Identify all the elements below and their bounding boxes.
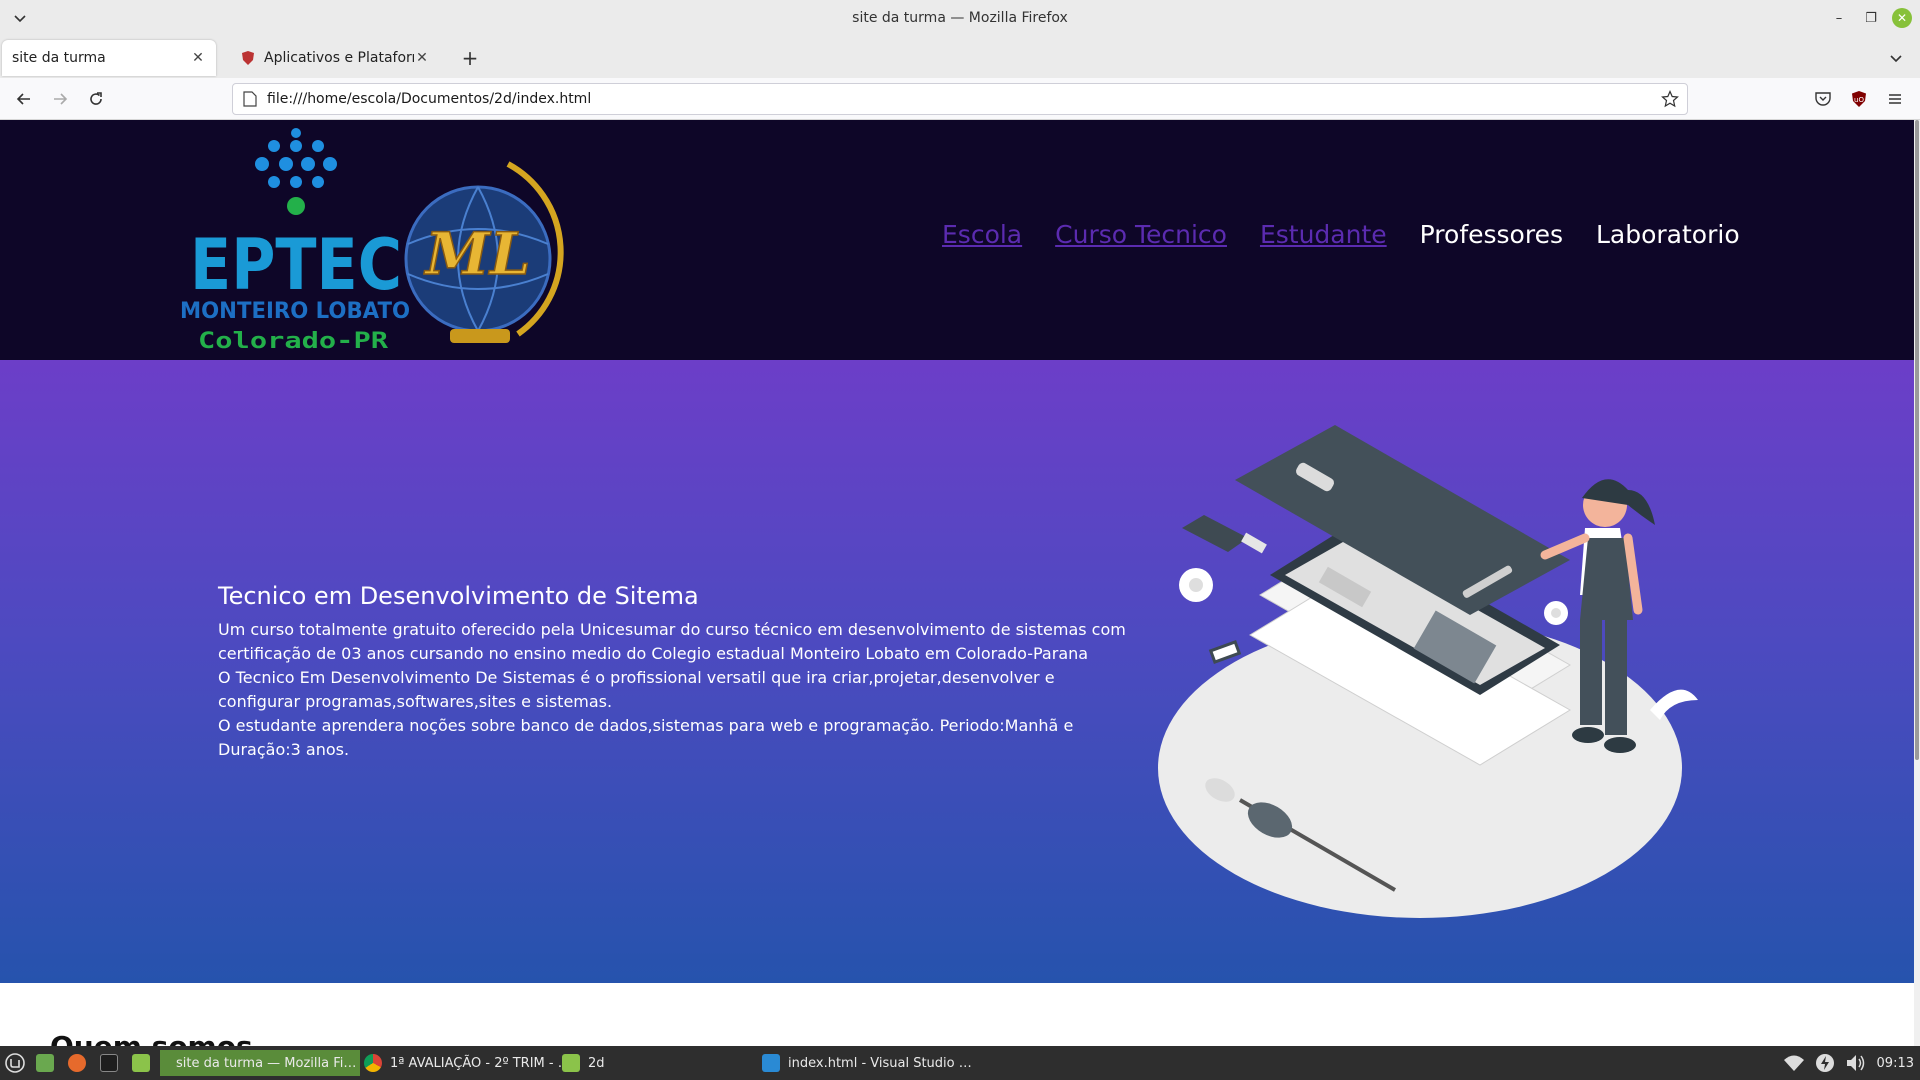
close-window-button[interactable]: ✕ bbox=[1892, 8, 1912, 28]
ublock-shield-icon: uO bbox=[1852, 91, 1866, 107]
tab-label: Aplicativos e Plataformas E… bbox=[264, 50, 414, 66]
navigation-toolbar: file:///home/escola/Documentos/2d/index.… bbox=[0, 78, 1920, 120]
tab-bar: site da turma ✕ Aplicativos e Plataforma… bbox=[0, 36, 1920, 78]
hero-text: Tecnico em Desenvolvimento de Sitema Um … bbox=[218, 582, 1138, 762]
hero-paragraph-3: O estudante aprendera noções sobre banco… bbox=[218, 716, 1074, 759]
pocket-icon bbox=[1815, 92, 1831, 106]
logo-city: Colorado-PR bbox=[198, 329, 389, 354]
site-header: EPTEC MONTEIRO LOBATO Colorado-PR ML Esc… bbox=[0, 120, 1920, 360]
mint-menu-icon bbox=[5, 1053, 25, 1073]
new-tab-button[interactable]: + bbox=[458, 46, 482, 70]
clock[interactable]: 09:13 bbox=[1877, 1056, 1914, 1071]
chrome-icon bbox=[364, 1054, 382, 1072]
start-menu-button[interactable] bbox=[4, 1050, 26, 1076]
nav-link-professores[interactable]: Professores bbox=[1420, 220, 1563, 249]
taskbar-item-label: site da turma — Mozilla Fi… bbox=[176, 1055, 357, 1071]
logo-school: MONTEIRO LOBATO bbox=[180, 299, 410, 324]
close-tab-icon[interactable]: ✕ bbox=[414, 50, 430, 66]
restore-button[interactable]: ❐ bbox=[1860, 7, 1882, 29]
system-tray: 09:13 bbox=[1783, 1050, 1914, 1076]
menu-button[interactable] bbox=[1884, 88, 1906, 110]
taskbar-item-label: 1ª AVALIAÇÃO - 2º TRIM - … bbox=[390, 1055, 571, 1071]
site-nav: Escola Curso Tecnico Estudante Professor… bbox=[942, 220, 1773, 249]
folder-icon bbox=[562, 1054, 580, 1072]
tab-aplicativos[interactable]: Aplicativos e Plataformas E… ✕ bbox=[230, 40, 440, 76]
firefox-icon bbox=[68, 1054, 86, 1072]
taskbar-item-label: 2d bbox=[588, 1055, 605, 1071]
taskbar-item-folder-2d[interactable]: 2d bbox=[562, 1050, 605, 1076]
back-arrow-icon bbox=[16, 93, 30, 105]
reload-icon bbox=[90, 92, 102, 105]
files-folder-icon bbox=[132, 1054, 150, 1072]
window-controls: – ❐ ✕ bbox=[1828, 0, 1920, 36]
power-icon[interactable] bbox=[1815, 1053, 1835, 1073]
back-button[interactable] bbox=[12, 87, 36, 111]
bookmark-star-icon[interactable] bbox=[1661, 90, 1679, 108]
ublock-button[interactable]: uO bbox=[1848, 88, 1870, 110]
logo-emblem: ML bbox=[424, 220, 531, 288]
shield-favicon-icon bbox=[242, 51, 254, 65]
hero-paragraph-1: Um curso totalmente gratuito oferecido p… bbox=[218, 620, 1126, 663]
nav-link-estudante[interactable]: Estudante bbox=[1260, 220, 1387, 249]
taskbar: site da turma — Mozilla Fi… 1ª AVALIAÇÃO… bbox=[0, 1046, 1920, 1080]
tab-site-da-turma[interactable]: site da turma ✕ bbox=[2, 40, 216, 76]
forward-arrow-icon bbox=[54, 93, 68, 105]
window-title: site da turma — Mozilla Firefox bbox=[852, 10, 1068, 26]
page-icon bbox=[243, 91, 257, 107]
volume-icon[interactable] bbox=[1845, 1053, 1867, 1073]
show-desktop-button[interactable] bbox=[36, 1050, 62, 1076]
terminal-icon bbox=[100, 1054, 118, 1072]
chevron-down-icon[interactable] bbox=[10, 8, 30, 28]
firefox-launcher[interactable] bbox=[68, 1050, 94, 1076]
hamburger-menu-icon bbox=[1889, 94, 1901, 104]
svg-text:uO: uO bbox=[1854, 96, 1864, 104]
hero-title: Tecnico em Desenvolvimento de Sitema bbox=[218, 582, 699, 610]
phone-repair-illustration bbox=[1158, 425, 1698, 918]
nav-link-laboratorio[interactable]: Laboratorio bbox=[1596, 220, 1740, 249]
pocket-button[interactable] bbox=[1812, 88, 1834, 110]
page-scrollbar[interactable] bbox=[1914, 120, 1920, 1046]
taskbar-item-vscode[interactable]: index.html - Visual Studio … bbox=[762, 1050, 972, 1076]
files-launcher[interactable] bbox=[132, 1050, 158, 1076]
url-text: file:///home/escola/Documentos/2d/index.… bbox=[267, 91, 592, 107]
wifi-icon[interactable] bbox=[1783, 1054, 1805, 1072]
vscode-icon bbox=[762, 1054, 780, 1072]
terminal-launcher[interactable] bbox=[100, 1050, 126, 1076]
nav-link-curso-tecnico[interactable]: Curso Tecnico bbox=[1055, 220, 1227, 249]
folder-green-icon bbox=[36, 1054, 54, 1072]
school-logo[interactable]: EPTEC MONTEIRO LOBATO Colorado-PR ML bbox=[178, 124, 568, 356]
logo-brand: EPTEC bbox=[190, 224, 402, 306]
hero-section: Tecnico em Desenvolvimento de Sitema Um … bbox=[0, 360, 1920, 983]
nav-link-escola[interactable]: Escola bbox=[942, 220, 1022, 249]
next-section-title: Quem somos bbox=[50, 1030, 253, 1046]
taskbar-item-chrome[interactable]: 1ª AVALIAÇÃO - 2º TRIM - … bbox=[364, 1050, 571, 1076]
scrollbar-thumb[interactable] bbox=[1915, 120, 1919, 760]
hero-paragraph-2: O Tecnico Em Desenvolvimento De Sistemas… bbox=[218, 668, 1055, 711]
dots-emblem-icon bbox=[255, 128, 337, 215]
list-all-tabs-icon[interactable] bbox=[1886, 48, 1906, 68]
close-tab-icon[interactable]: ✕ bbox=[190, 50, 206, 66]
tab-label: site da turma bbox=[12, 50, 106, 66]
url-bar[interactable]: file:///home/escola/Documentos/2d/index.… bbox=[232, 83, 1688, 115]
taskbar-item-firefox[interactable]: site da turma — Mozilla Fi… bbox=[160, 1050, 360, 1076]
reload-button[interactable] bbox=[84, 87, 108, 111]
forward-button[interactable] bbox=[48, 87, 72, 111]
page-viewport: EPTEC MONTEIRO LOBATO Colorado-PR ML Esc… bbox=[0, 120, 1920, 1046]
window-titlebar: site da turma — Mozilla Firefox – ❐ ✕ bbox=[0, 0, 1920, 36]
minimize-button[interactable]: – bbox=[1828, 7, 1850, 29]
taskbar-item-label: index.html - Visual Studio … bbox=[788, 1055, 972, 1071]
